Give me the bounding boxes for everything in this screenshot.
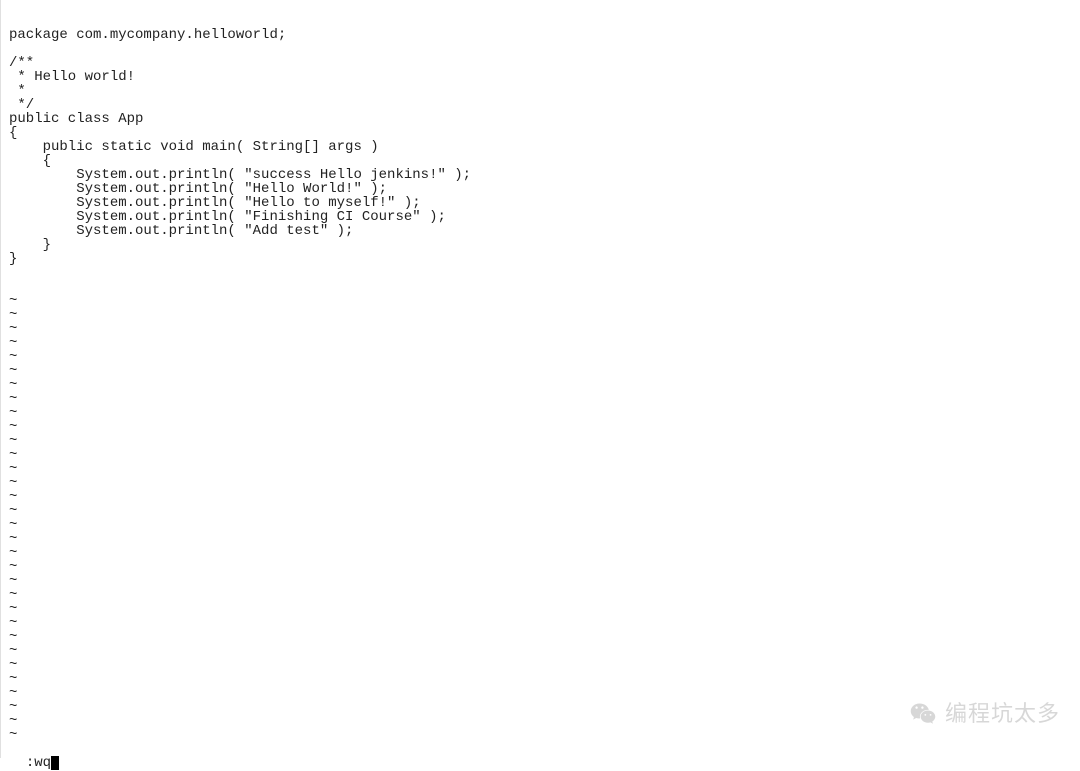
code-line: {	[9, 126, 1080, 140]
tilde-line: ~	[9, 602, 1080, 616]
code-line: */	[9, 98, 1080, 112]
tilde-line: ~	[9, 294, 1080, 308]
code-line: }	[9, 238, 1080, 252]
code-line: public static void main( String[] args )	[9, 140, 1080, 154]
tilde-line: ~	[9, 714, 1080, 728]
tilde-line: ~	[9, 588, 1080, 602]
code-line: System.out.println( "Hello to myself!" )…	[9, 196, 1080, 210]
code-line	[9, 42, 1080, 56]
tilde-container: ~~~~~~~~~~~~~~~~~~~~~~~~~~~~~~~~~~~	[9, 294, 1080, 738]
tilde-line: ~	[9, 378, 1080, 392]
tilde-line: ~	[9, 616, 1080, 630]
tilde-line: ~	[9, 630, 1080, 644]
tilde-line: ~	[9, 420, 1080, 434]
command-line[interactable]: :wq	[9, 742, 59, 756]
tilde-line: ~	[9, 574, 1080, 588]
tilde-line: ~	[9, 434, 1080, 448]
tilde-line: ~	[9, 658, 1080, 672]
code-line: /**	[9, 56, 1080, 70]
tilde-line: ~	[9, 476, 1080, 490]
tilde-line: ~	[9, 728, 1080, 738]
tilde-line: ~	[9, 490, 1080, 504]
code-line: System.out.println( "success Hello jenki…	[9, 168, 1080, 182]
code-line: System.out.println( "Add test" );	[9, 224, 1080, 238]
cursor-icon	[51, 756, 59, 770]
tilde-line: ~	[9, 546, 1080, 560]
tilde-line: ~	[9, 560, 1080, 574]
tilde-line: ~	[9, 462, 1080, 476]
tilde-line: ~	[9, 350, 1080, 364]
code-container: package com.mycompany.helloworld; /** * …	[9, 28, 1080, 266]
tilde-line: ~	[9, 406, 1080, 420]
code-line: package com.mycompany.helloworld;	[9, 28, 1080, 42]
tilde-line: ~	[9, 504, 1080, 518]
tilde-line: ~	[9, 686, 1080, 700]
tilde-line: ~	[9, 700, 1080, 714]
tilde-line: ~	[9, 518, 1080, 532]
tilde-line: ~	[9, 336, 1080, 350]
code-line: {	[9, 154, 1080, 168]
code-line: System.out.println( "Hello World!" );	[9, 182, 1080, 196]
editor-area[interactable]: package com.mycompany.helloworld; /** * …	[1, 0, 1080, 738]
tilde-line: ~	[9, 532, 1080, 546]
tilde-line: ~	[9, 364, 1080, 378]
code-line: }	[9, 252, 1080, 266]
tilde-line: ~	[9, 392, 1080, 406]
tilde-line: ~	[9, 322, 1080, 336]
tilde-line: ~	[9, 448, 1080, 462]
command-text: :wq	[26, 755, 51, 771]
code-line: * Hello world!	[9, 70, 1080, 84]
tilde-line: ~	[9, 672, 1080, 686]
tilde-line: ~	[9, 644, 1080, 658]
code-line: public class App	[9, 112, 1080, 126]
code-line: System.out.println( "Finishing CI Course…	[9, 210, 1080, 224]
tilde-line: ~	[9, 308, 1080, 322]
code-line: *	[9, 84, 1080, 98]
